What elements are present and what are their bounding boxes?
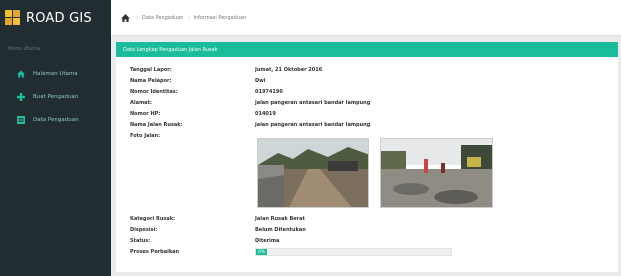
road-photo-image xyxy=(258,139,368,207)
field-label: Proses Perbaikan xyxy=(130,249,180,255)
field-value: Jalan Rusak Berat xyxy=(255,216,305,222)
progress-label: 0% xyxy=(258,249,266,255)
logo-icon xyxy=(5,10,21,26)
sidebar-item-halaman-utama[interactable]: Halaman Utama xyxy=(0,62,111,85)
sidebar-item-label: Buat Pengaduan xyxy=(33,93,79,100)
field-label: Status: xyxy=(130,238,151,244)
list-icon xyxy=(17,115,25,124)
field-label: Nomor Identitas: xyxy=(130,89,178,95)
app-logo[interactable]: ROAD GIS xyxy=(0,0,111,36)
road-photo-1[interactable] xyxy=(257,138,369,208)
field-value: 01974190 xyxy=(255,89,283,95)
field-value: Belum Ditentukan xyxy=(255,227,306,233)
breadcrumb-item-data-pengaduan[interactable]: Data Pengaduan xyxy=(142,15,183,21)
road-photo-image xyxy=(381,139,492,207)
road-photo-2[interactable] xyxy=(380,138,493,208)
field-value: Dwi xyxy=(255,78,266,84)
field-value: Diterima xyxy=(255,238,280,244)
field-label: Kategori Rusak: xyxy=(130,216,176,222)
field-label: Disposisi: xyxy=(130,227,158,233)
sidebar-header: Menu Utama xyxy=(8,46,40,52)
home-icon xyxy=(17,69,25,78)
breadcrumb-item-informasi: Informasi Pengaduan xyxy=(193,14,247,21)
field-label: Foto Jalan: xyxy=(130,133,161,139)
detail-panel: Data Lengkap Pengaduan Jalan Rusak Tangg… xyxy=(116,42,618,272)
breadcrumb: › Data Pengaduan › Informasi Pengaduan xyxy=(121,13,247,22)
field-label: Nama Jalan Rusak: xyxy=(130,122,183,128)
field-value: 014019 xyxy=(255,111,276,117)
field-label: Nomor HP: xyxy=(130,111,161,117)
plus-icon xyxy=(17,92,25,101)
top-bar: › Data Pengaduan › Informasi Pengaduan xyxy=(111,0,621,36)
sidebar-item-label: Halaman Utama xyxy=(33,70,78,77)
main-content: Data Lengkap Pengaduan Jalan Rusak Tangg… xyxy=(111,36,621,276)
sidebar-item-buat-pengaduan[interactable]: Buat Pengaduan xyxy=(0,85,111,108)
sidebar: Menu Utama Halaman Utama Buat Pengaduan … xyxy=(0,36,111,276)
field-label: Alamat: xyxy=(130,100,152,106)
home-icon[interactable] xyxy=(121,13,130,22)
field-label: Tanggal Lapor: xyxy=(130,67,172,73)
field-label: Nama Pelapor: xyxy=(130,78,172,84)
field-value: jalan pangeran antasari bandar lampung xyxy=(255,100,371,106)
repair-progress-bar: 0% xyxy=(255,248,452,256)
sidebar-item-label: Data Pengaduan xyxy=(33,116,79,123)
app-title: ROAD GIS xyxy=(26,10,92,26)
sidebar-item-data-pengaduan[interactable]: Data Pengaduan xyxy=(0,108,111,131)
progress-fill: 0% xyxy=(256,249,267,255)
breadcrumb-separator: › xyxy=(187,14,190,21)
field-value: jalan pangeran antasari bandar lampung xyxy=(255,122,371,128)
field-value: Jumat, 21 Oktober 2016 xyxy=(255,67,323,73)
panel-title: Data Lengkap Pengaduan Jalan Rusak xyxy=(116,42,618,57)
breadcrumb-separator: › xyxy=(136,14,138,21)
